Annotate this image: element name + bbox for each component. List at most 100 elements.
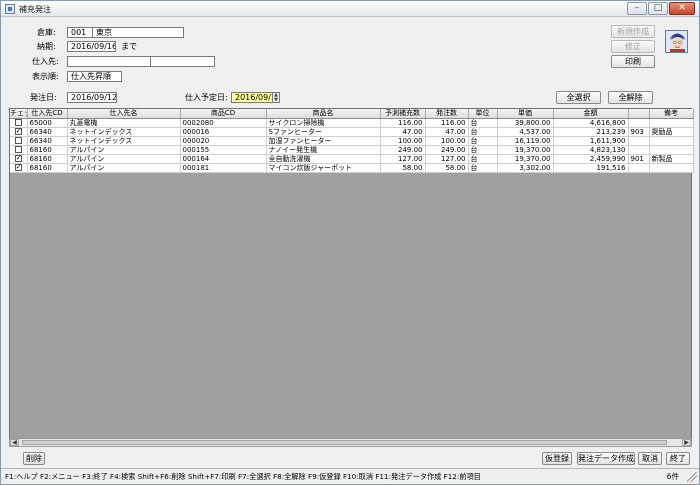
unchecked-checkbox-icon[interactable] [14,146,22,153]
cell-note [649,136,694,146]
cell-product-name: Sファンヒーター [266,127,381,137]
due-label: 納期: [37,42,56,51]
record-count: 6件 [666,472,679,481]
column-header[interactable]: 単価 [497,109,554,119]
cell-supplier-name: 丸菱電機 [67,118,181,128]
display-order-label: 表示順: [32,72,59,81]
horizontal-scrollbar[interactable]: ◀ ▶ [9,438,692,447]
title-bar: 補充発注 – □ ✕ [1,1,699,17]
app-window-icon [5,4,15,14]
cell-amount: 4,616,800 [553,118,629,128]
cell-unit-price: 19,370.00 [497,145,554,155]
cell-product-cd: 000181 [180,163,267,173]
warehouse-code-field[interactable]: 001 [67,27,93,38]
cell-amount: 4,823,130 [553,145,629,155]
table-row[interactable]: ✓ 66340 ネットインデックス 000016 Sファンヒーター 47.00 47.00 台… [10,127,694,137]
checked-checkbox-icon[interactable]: ✓ [14,128,22,135]
column-header[interactable]: 予測補充数 [380,109,426,119]
column-header[interactable]: 金額 [553,109,629,119]
cell-unit: 台 [468,154,498,164]
scroll-left-icon[interactable]: ◀ [10,439,19,446]
cell-qty: 127.00 [425,154,469,164]
minimize-icon[interactable]: – [627,2,647,15]
cell-product-name: サイクロン掃除機 [266,118,381,128]
table-header-row: チェック 仕入先CD 仕入先名 商品CD 商品名 予測補充数 発注数 単位 単価… [10,109,694,119]
cell-code: 901 [628,154,650,164]
column-header[interactable]: 仕入先名 [67,109,181,119]
column-header[interactable]: 備考 [649,109,694,119]
cell-unit-price: 19,370.00 [497,154,554,164]
cell-product-name: ナノイー発生機 [266,145,381,155]
deselect-all-button[interactable]: 全解除 [608,91,653,104]
select-all-button[interactable]: 全選択 [556,91,601,104]
column-header[interactable]: 商品CD [180,109,267,119]
cell-unit-price: 16,119.00 [497,136,554,146]
cell-code [628,163,650,173]
column-header[interactable]: 発注数 [425,109,469,119]
print-button[interactable]: 印刷 [611,55,655,68]
unchecked-checkbox-icon[interactable] [14,119,22,126]
resize-grip-icon[interactable] [687,472,697,482]
temp-register-button[interactable]: 仮登録 [542,452,572,465]
column-header[interactable]: 仕入先CD [27,109,68,119]
scroll-thumb[interactable] [22,440,667,445]
row-checkbox-cell: ✓ [10,154,28,164]
cell-forecast: 47.00 [380,127,426,137]
column-header[interactable]: 商品名 [266,109,381,119]
row-checkbox-cell [10,118,28,128]
cell-qty: 116.00 [425,118,469,128]
purchase-date-label: 仕入予定日: [185,93,228,102]
cell-forecast: 100.00 [380,136,426,146]
table-row[interactable]: ✓ 68160 アルパイン 000181 マイコン炊飯ジャーポット 58.00 58.00 台… [10,163,694,173]
cancel-button[interactable]: 取消 [638,452,662,465]
checked-checkbox-icon[interactable]: ✓ [14,155,22,162]
cell-unit-price: 3,302.00 [497,163,554,173]
cell-note [649,145,694,155]
cell-unit: 台 [468,118,498,128]
close-icon[interactable]: ✕ [669,2,695,15]
cell-supplier-name: アルパイン [67,154,181,164]
cell-unit: 台 [468,163,498,173]
table-row[interactable]: 68160 アルパイン 000155 ナノイー発生機 249.00 249.00 台 19,3… [10,145,694,155]
column-header[interactable]: チェック [10,109,28,119]
table-row[interactable]: ✓ 68160 アルパイン 000164 全自動洗濯機 127.00 127.00 台 19,3… [10,154,694,164]
display-order-field[interactable]: 仕入先昇順 [67,71,122,82]
create-order-data-button[interactable]: 発注データ作成 [577,452,635,465]
order-grid[interactable]: チェック 仕入先CD 仕入先名 商品CD 商品名 予測補充数 発注数 単位 単価… [9,108,694,447]
cell-unit: 台 [468,136,498,146]
date-spinner[interactable]: ▲ ▼ [272,92,280,103]
cell-code [628,145,650,155]
checked-checkbox-icon[interactable]: ✓ [14,164,22,171]
edit-button[interactable]: 修正 [611,40,655,53]
spin-down-icon[interactable]: ▼ [273,97,279,103]
cell-supplier-cd: 65000 [27,118,68,128]
window-title: 補充発注 [19,5,51,14]
supplier-code-field[interactable] [67,56,151,67]
column-header[interactable] [628,109,650,119]
cell-forecast: 249.00 [380,145,426,155]
maximize-icon[interactable]: □ [648,2,668,15]
exit-button[interactable]: 終了 [666,452,690,465]
cell-amount: 213,239 [553,127,629,137]
cell-unit: 台 [468,145,498,155]
table-row[interactable]: 65000 丸菱電機 0002080 サイクロン掃除機 116.00 116.00 台 39,… [10,118,694,128]
unchecked-checkbox-icon[interactable] [14,137,22,144]
mascot-icon [665,30,688,53]
cell-supplier-cd: 66340 [27,136,68,146]
delete-button[interactable]: 削除 [23,452,45,465]
cell-note [649,118,694,128]
cell-product-cd: 000020 [180,136,267,146]
cell-forecast: 58.00 [380,163,426,173]
column-header[interactable]: 単位 [468,109,498,119]
cell-unit: 台 [468,127,498,137]
cell-product-cd: 0002080 [180,118,267,128]
cell-code [628,136,650,146]
due-date-field[interactable]: 2016/09/16 [67,41,116,52]
order-date-field[interactable]: 2016/09/12 [67,92,117,103]
purchase-date-field[interactable]: 2016/09/19 [231,92,273,103]
window-controls: – □ ✕ [627,2,695,15]
cell-note: 新製品 [649,154,694,164]
table-row[interactable]: 66340 ネットインデックス 000020 加湿ファンヒーター 100.00 100.0… [10,136,694,146]
scroll-right-icon[interactable]: ▶ [682,439,691,446]
new-button[interactable]: 新規作成 [611,25,655,38]
